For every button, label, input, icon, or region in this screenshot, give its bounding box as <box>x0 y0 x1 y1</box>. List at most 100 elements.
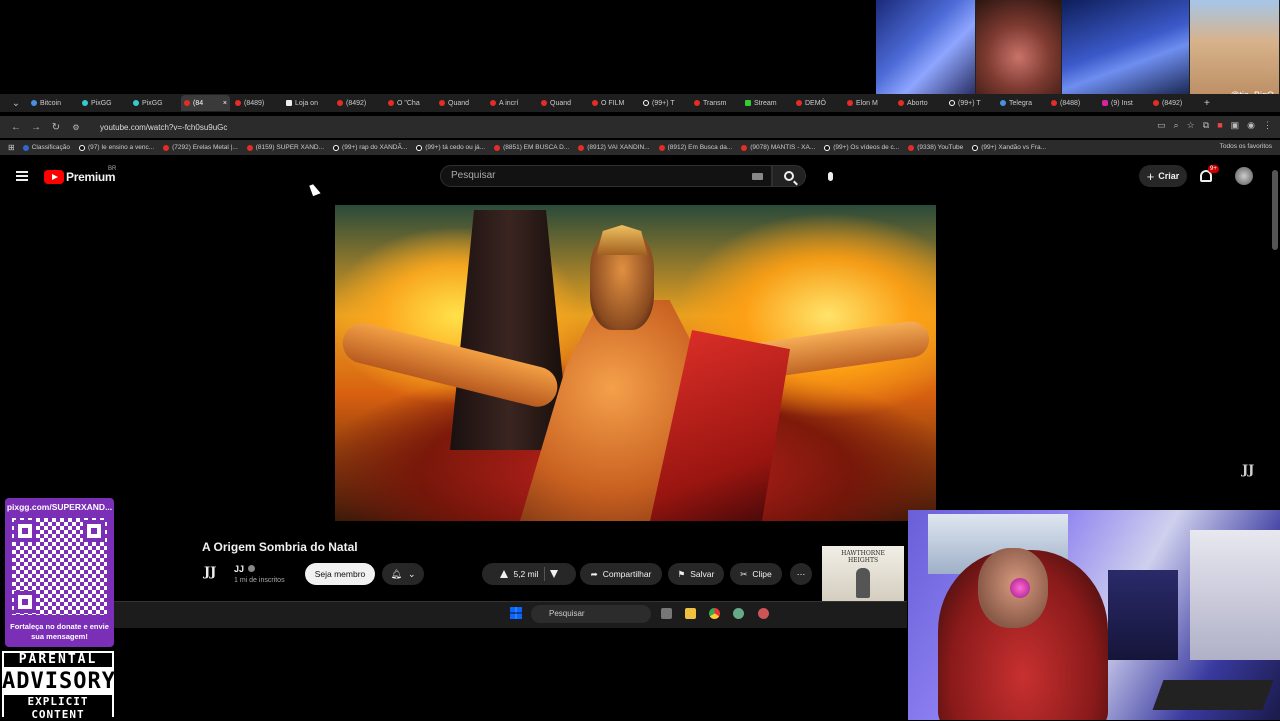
hamburger-menu-icon[interactable] <box>16 171 28 181</box>
bookmark-label: (9078) MANTIS - XA... <box>750 144 816 151</box>
back-icon[interactable]: ← <box>6 122 26 133</box>
bookmark-item[interactable]: (8851) EM BUSCA D... <box>494 144 569 151</box>
bookmark-item[interactable]: (99+) Os vídeos de c... <box>824 144 899 151</box>
tab-favicon-icon <box>1102 100 1108 106</box>
bookmark-item[interactable]: (8912) Em Busca da... <box>658 144 732 151</box>
browser-menu-icon[interactable]: ⋮ <box>1263 120 1272 131</box>
cast-icon[interactable]: ▭ <box>1157 120 1166 131</box>
tab-favicon-icon <box>1153 100 1159 106</box>
app-icon[interactable] <box>758 608 769 619</box>
all-bookmarks[interactable]: Todos os favoritos <box>1220 143 1272 150</box>
browser-tab[interactable]: (99+) T <box>640 95 689 111</box>
browser-tab[interactable]: Transm <box>691 95 740 111</box>
browser-tab[interactable]: PixGG <box>79 95 128 111</box>
apps-icon[interactable]: ⊞ <box>8 143 15 152</box>
more-actions-button[interactable]: ⋯ <box>790 563 812 585</box>
bookmark-item[interactable]: (99+) Xandão vs Fra... <box>972 144 1046 151</box>
browser-tab[interactable]: (99+) T <box>946 95 995 111</box>
browser-tab[interactable]: (84 × <box>181 95 230 111</box>
task-view-icon[interactable] <box>661 608 672 619</box>
browser-tab[interactable]: DEMÔ <box>793 95 842 111</box>
browser-tab[interactable]: O "Cha <box>385 95 434 111</box>
subscribed-button[interactable]: 🔔︎ ⌄ <box>382 563 424 585</box>
browser-tab[interactable]: (8492) <box>1150 95 1199 111</box>
qr-finder <box>14 520 36 542</box>
like-count[interactable]: 5,2 mil <box>513 569 538 579</box>
browser-tab[interactable]: Quand <box>538 95 587 111</box>
taskbar-search-input[interactable]: Pesquisar <box>531 605 651 623</box>
bookmark-item[interactable]: (9338) YouTube <box>908 144 963 151</box>
profile-icon[interactable]: ◉ <box>1247 120 1255 131</box>
browser-tab[interactable]: (8488) <box>1048 95 1097 111</box>
browser-tab[interactable]: Elon M <box>844 95 893 111</box>
bookmark-favicon-icon <box>163 144 170 151</box>
star-icon[interactable]: ☆ <box>1187 120 1195 131</box>
channel-name[interactable]: JJ <box>234 564 244 574</box>
bookmark-item[interactable]: (99+) tá cedo ou já... <box>416 144 485 151</box>
bookmark-item[interactable]: (8159) SUPER XAND... <box>246 144 324 151</box>
bookmark-item[interactable]: Classificação <box>22 144 70 151</box>
browser-tab[interactable]: Aborto <box>895 95 944 111</box>
browser-tab[interactable]: Loja on <box>283 95 332 111</box>
browser-tab[interactable]: A incrí <box>487 95 536 111</box>
scrollbar[interactable] <box>1272 170 1278 250</box>
browser-tab[interactable]: O FILM <box>589 95 638 111</box>
browser-tab[interactable]: (8492) <box>334 95 383 111</box>
browser-tab[interactable]: PixGG <box>130 95 179 111</box>
cast-media-icon[interactable]: ▣ <box>1231 120 1240 131</box>
tab-label: Elon M <box>856 99 878 107</box>
create-button[interactable]: + Criar <box>1139 165 1187 187</box>
tab-label: PixGG <box>142 99 163 107</box>
file-explorer-icon[interactable] <box>685 608 696 619</box>
tab-label: (8489) <box>244 99 265 107</box>
settings-icon[interactable] <box>733 608 744 619</box>
search-input[interactable]: Pesquisar <box>440 165 772 187</box>
tab-label: Telegra <box>1009 99 1032 107</box>
like-icon[interactable] <box>500 570 509 578</box>
search-button[interactable] <box>772 165 806 187</box>
windows-start-icon[interactable] <box>510 607 522 619</box>
share-button[interactable]: ➦ Compartilhar <box>580 563 662 585</box>
browser-tab[interactable]: Telegra <box>997 95 1046 111</box>
recommended-video-thumbnail[interactable]: HAWTHORNE HEIGHTS <box>822 546 904 602</box>
bookmark-favicon-icon <box>22 144 29 151</box>
save-button[interactable]: ⚑ Salvar <box>668 563 724 585</box>
url-field[interactable]: youtube.com/watch?v=-fch0su9uGc <box>100 123 227 132</box>
voice-search-button[interactable] <box>820 166 840 186</box>
bookmark-item[interactable]: (99+) rap do XANDÃ... <box>333 144 407 151</box>
bell-icon: 🔔︎ <box>390 568 402 579</box>
zoom-icon[interactable]: ⌕ <box>1174 120 1179 131</box>
donation-message: Fortaleça no donate e envie sua mensagem… <box>10 622 109 641</box>
channel-avatar[interactable]: JJ <box>204 565 226 583</box>
bookmark-icon: ⚑ <box>677 568 686 579</box>
dislike-icon[interactable] <box>549 570 558 578</box>
chrome-icon[interactable] <box>709 608 720 619</box>
forward-icon[interactable]: → <box>26 122 46 133</box>
qr-finder <box>14 591 36 613</box>
extensions-icon[interactable]: ⧉ <box>1203 120 1209 131</box>
browser-tab[interactable]: (8489) <box>232 95 281 111</box>
browser-tab[interactable]: Quand <box>436 95 485 111</box>
browser-tab[interactable]: Stream <box>742 95 791 111</box>
extension-icon[interactable]: ■ <box>1217 120 1222 131</box>
bookmark-item[interactable]: (9078) MANTIS - XA... <box>741 144 815 151</box>
clip-button[interactable]: ✂ Clipe <box>730 563 782 585</box>
browser-tab[interactable]: Bitcoin <box>28 95 77 111</box>
site-info-icon[interactable]: ⚙ <box>66 123 86 132</box>
reload-icon[interactable]: ↻ <box>46 122 66 133</box>
new-tab-button[interactable]: + <box>1204 98 1210 109</box>
bookmark-item[interactable]: (7292) Erelas Metal |... <box>163 144 238 151</box>
join-button[interactable]: Seja membro <box>305 563 375 585</box>
bookmark-item[interactable]: (97) Ie ensino a venc... <box>79 144 154 151</box>
browser-tab[interactable]: (9) Inst <box>1099 95 1148 111</box>
close-tab-icon[interactable]: × <box>223 100 227 107</box>
keyboard-icon[interactable] <box>752 173 763 180</box>
youtube-brand[interactable]: Premium <box>66 170 116 184</box>
tab-search-icon[interactable]: ⌄ <box>6 98 26 109</box>
bookmark-item[interactable]: (8912) VAI XANDIN... <box>578 144 650 151</box>
country-code: BR <box>108 166 117 172</box>
webcam-monitor <box>1190 530 1280 660</box>
youtube-logo-icon[interactable] <box>44 170 64 184</box>
avatar[interactable] <box>1235 167 1253 185</box>
channel-watermark[interactable]: JJ <box>1242 463 1254 478</box>
